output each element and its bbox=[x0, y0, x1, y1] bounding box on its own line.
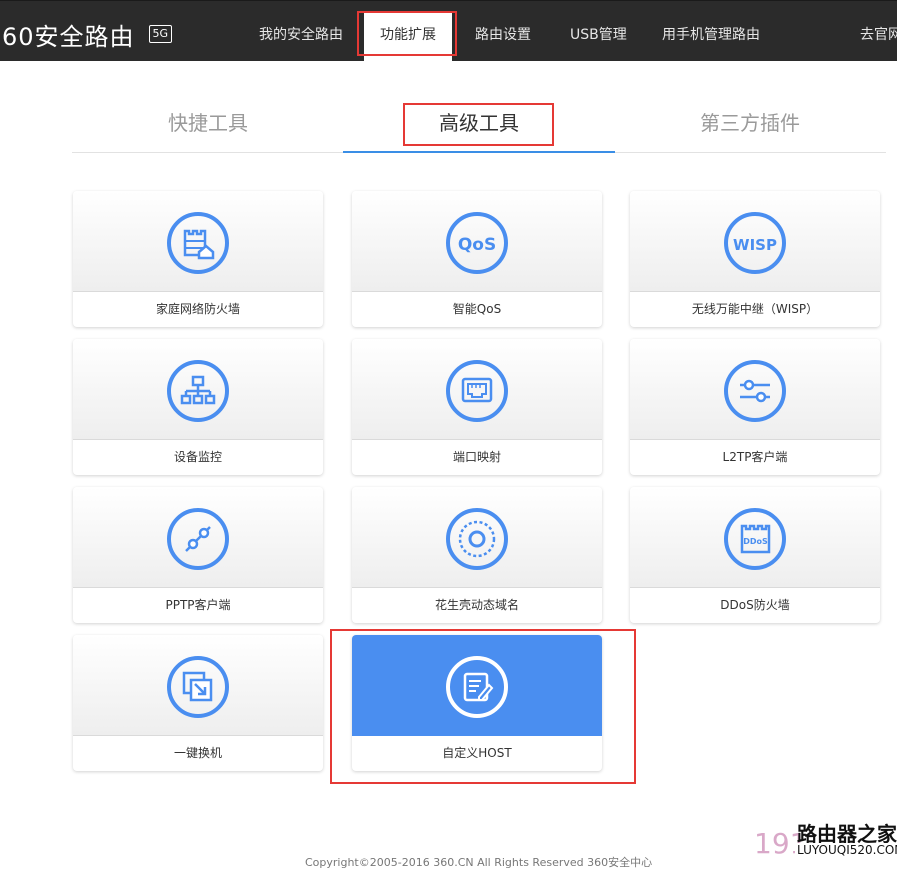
tab-quick-tools[interactable]: 快捷工具 bbox=[72, 108, 344, 138]
tool-label: 无线万能中继（WISP） bbox=[691, 302, 819, 316]
tool-label: PPTP客户端 bbox=[165, 598, 231, 612]
tool-card-pptp[interactable]: PPTP客户端 bbox=[73, 487, 323, 623]
nav-phone-management[interactable]: 用手机管理路由 bbox=[662, 1, 760, 61]
port-mapping-icon bbox=[446, 360, 508, 422]
tab-active-indicator bbox=[343, 151, 615, 153]
tool-card-l2tp[interactable]: L2TP客户端 bbox=[630, 339, 880, 475]
brand-name: 60安全路由 bbox=[2, 22, 135, 51]
highlight-box-tab bbox=[403, 103, 554, 146]
brand-logo: 60安全路由 5G bbox=[2, 19, 173, 51]
tool-card-ddos-firewall[interactable]: DDoS DDoS防火墙 bbox=[630, 487, 880, 623]
ddns-icon bbox=[446, 508, 508, 570]
footer-copyright: Copyright©2005-2016 360.CN All Rights Re… bbox=[305, 856, 653, 869]
tool-label: 家庭网络防火墙 bbox=[155, 302, 240, 316]
tool-label: 花生壳动态域名 bbox=[434, 598, 519, 612]
ddos-icon-text: DDoS bbox=[743, 537, 768, 546]
watermark-url: LUYOUQI520.COM bbox=[795, 843, 897, 857]
nav-my-router[interactable]: 我的安全路由 bbox=[259, 1, 343, 61]
tool-label: 设备监控 bbox=[173, 450, 222, 464]
tool-label: 端口映射 bbox=[452, 450, 501, 464]
highlight-box-nav bbox=[357, 11, 457, 56]
nav-router-settings[interactable]: 路由设置 bbox=[475, 1, 531, 61]
pptp-icon bbox=[167, 508, 229, 570]
highlight-box-custom-host bbox=[330, 629, 636, 784]
tool-card-device-monitor[interactable]: 设备监控 bbox=[73, 339, 323, 475]
nav-usb-management[interactable]: USB管理 bbox=[570, 1, 627, 61]
home-firewall-icon bbox=[167, 212, 229, 274]
tool-label: 智能QoS bbox=[452, 302, 502, 316]
device-monitor-icon bbox=[167, 360, 229, 422]
qos-icon-text: QoS bbox=[458, 235, 496, 255]
tool-label: 一键换机 bbox=[173, 746, 222, 760]
l2tp-icon bbox=[724, 360, 786, 422]
wisp-icon-text: WISP bbox=[733, 236, 777, 254]
wisp-icon: WISP bbox=[724, 212, 786, 274]
tab-third-party-plugins[interactable]: 第三方插件 bbox=[614, 108, 886, 138]
device-switch-icon bbox=[167, 656, 229, 718]
ddos-icon: DDoS bbox=[724, 508, 786, 570]
tool-card-home-firewall[interactable]: 家庭网络防火墙 bbox=[73, 191, 323, 327]
qos-icon: QoS bbox=[446, 212, 508, 274]
tool-label: L2TP客户端 bbox=[722, 450, 788, 464]
tool-card-ddns[interactable]: 花生壳动态域名 bbox=[352, 487, 602, 623]
5g-badge: 5G bbox=[148, 25, 173, 43]
tool-label: DDoS防火墙 bbox=[720, 598, 790, 612]
tool-card-device-switch[interactable]: 一键换机 bbox=[73, 635, 323, 771]
tool-card-smart-qos[interactable]: QoS 智能QoS bbox=[352, 191, 602, 327]
tool-card-wisp[interactable]: WISP 无线万能中继（WISP） bbox=[630, 191, 880, 327]
nav-official-site[interactable]: 去官网 bbox=[860, 1, 897, 61]
tool-card-port-mapping[interactable]: 端口映射 bbox=[352, 339, 602, 475]
